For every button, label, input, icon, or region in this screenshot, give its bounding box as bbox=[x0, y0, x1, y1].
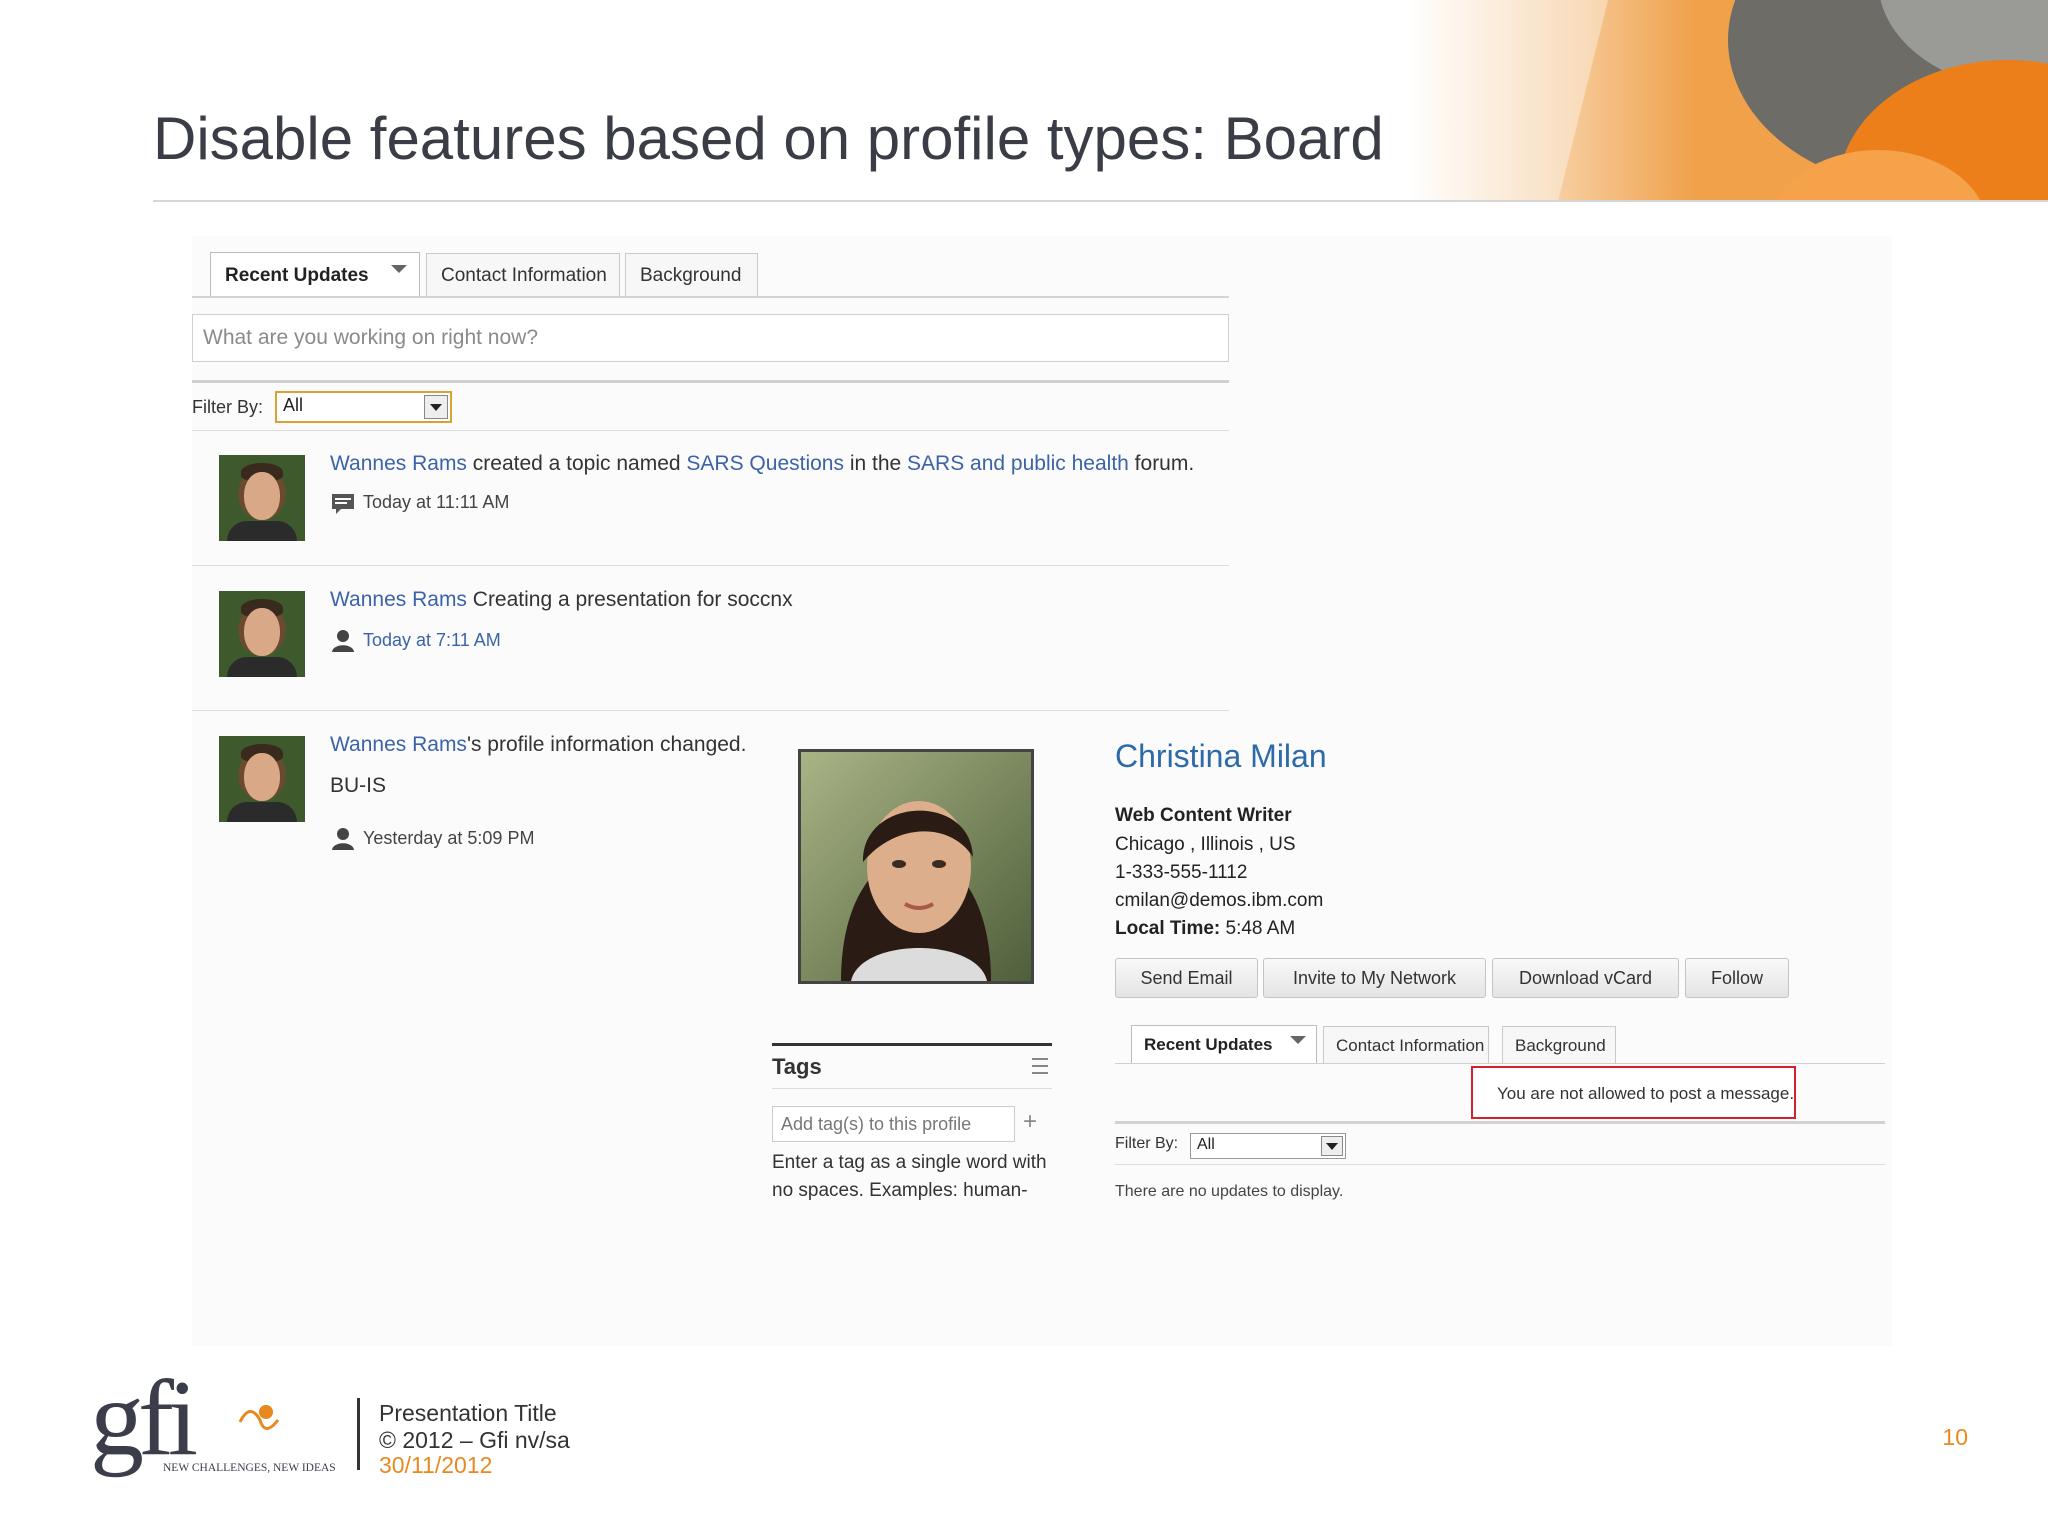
local-time-value: 5:48 AM bbox=[1225, 918, 1296, 939]
tab-recent-updates[interactable]: Recent Updates bbox=[1131, 1025, 1317, 1064]
tag-help-line: no spaces. Examples: human- bbox=[772, 1180, 1028, 1201]
filter-label: Filter By: bbox=[1115, 1135, 1179, 1152]
tab-label: Background bbox=[640, 265, 742, 286]
svg-text:NEW CHALLENGES, NEW IDEAS: NEW CHALLENGES, NEW IDEAS bbox=[163, 1462, 336, 1474]
filter-select[interactable]: All bbox=[1190, 1133, 1346, 1159]
feed-item-text: Wannes Rams's profile information change… bbox=[330, 733, 746, 757]
comment-icon bbox=[331, 493, 355, 514]
tags-top-border bbox=[772, 1043, 1052, 1046]
feed-item-meta: Yesterday at 5:09 PM bbox=[331, 826, 534, 850]
feed-item-meta: Today at 11:11 AM bbox=[331, 492, 510, 514]
feed-item-text: Wannes Rams created a topic named SARS Q… bbox=[330, 452, 1194, 476]
avatar[interactable] bbox=[219, 591, 305, 677]
copyright: © 2012 – Gfi nv/sa bbox=[379, 1427, 570, 1453]
feed-text-part: forum. bbox=[1128, 452, 1195, 475]
divider bbox=[192, 430, 1229, 431]
dropdown-arrow-icon[interactable] bbox=[424, 395, 448, 419]
tab-underline bbox=[1115, 1063, 1885, 1064]
phone: 1-333-555-1112 bbox=[1115, 862, 1248, 883]
divider bbox=[192, 710, 1229, 711]
presentation-title: Presentation Title bbox=[379, 1400, 557, 1426]
follow-button[interactable]: Follow bbox=[1685, 958, 1789, 998]
profile-name[interactable]: Christina Milan bbox=[1115, 738, 1327, 775]
footer-divider bbox=[357, 1398, 360, 1470]
svg-text:gfi: gfi bbox=[90, 1362, 196, 1478]
feed-text-part: 's profile information changed. bbox=[466, 733, 747, 756]
forum-link[interactable]: SARS and public health bbox=[907, 452, 1129, 475]
filter-select[interactable]: All bbox=[275, 391, 452, 423]
topic-link[interactable]: SARS Questions bbox=[686, 452, 844, 475]
user-link[interactable]: Wannes Rams bbox=[330, 588, 467, 611]
download-vcard-button[interactable]: Download vCard bbox=[1492, 958, 1679, 998]
send-email-button[interactable]: Send Email bbox=[1115, 958, 1258, 998]
local-time: Local Time: 5:48 AM bbox=[1115, 918, 1295, 940]
menu-icon[interactable] bbox=[1032, 1058, 1048, 1074]
title-divider bbox=[153, 200, 2048, 202]
tab-contact-information[interactable]: Contact Information bbox=[426, 253, 620, 298]
filter-value: All bbox=[283, 395, 304, 415]
feed-item-meta: Today at 7:11 AM bbox=[331, 628, 501, 652]
tag-help-line: Enter a tag as a single word with bbox=[772, 1152, 1047, 1173]
filter-label: Filter By: bbox=[192, 397, 264, 417]
timestamp: Today at 11:11 AM bbox=[363, 492, 510, 512]
feed-item-detail: BU-IS bbox=[330, 774, 387, 797]
local-time-label: Local Time: bbox=[1115, 918, 1221, 939]
gfi-logo: gfi NEW CHALLENGES, NEW IDEAS bbox=[90, 1359, 350, 1492]
timestamp: Yesterday at 5:09 PM bbox=[363, 827, 535, 848]
filter-value: All bbox=[1197, 1136, 1215, 1153]
user-link[interactable]: Wannes Rams bbox=[330, 452, 467, 475]
chevron-down-icon[interactable] bbox=[391, 265, 407, 273]
tab-underline bbox=[192, 296, 1229, 298]
feed-item-text: Wannes Rams Creating a presentation for … bbox=[330, 588, 793, 612]
feed-text-part: Creating a presentation for soccnx bbox=[466, 588, 793, 611]
timestamp-link[interactable]: Today at 7:11 AM bbox=[363, 630, 501, 651]
tab-label: Contact Information bbox=[441, 265, 607, 286]
location: Chicago , Illinois , US bbox=[1115, 834, 1296, 855]
user-link[interactable]: Wannes Rams bbox=[330, 733, 467, 756]
tab-background[interactable]: Background bbox=[625, 253, 758, 298]
invite-to-network-button[interactable]: Invite to My Network bbox=[1263, 958, 1486, 998]
tab-contact-information[interactable]: Contact Information bbox=[1323, 1026, 1489, 1064]
slide-title: Disable features based on profile types:… bbox=[153, 105, 1384, 172]
feed-text-part: in the bbox=[843, 452, 908, 475]
divider bbox=[772, 1088, 1052, 1089]
divider bbox=[1115, 1164, 1885, 1165]
tag-input[interactable]: Add tag(s) to this profile bbox=[772, 1106, 1015, 1142]
divider bbox=[1115, 1121, 1885, 1124]
tab-label: Recent Updates bbox=[225, 264, 369, 286]
presentation-date: 30/11/2012 bbox=[379, 1452, 493, 1478]
dropdown-arrow-icon[interactable] bbox=[1321, 1136, 1343, 1156]
corner-decoration bbox=[1408, 0, 2048, 202]
feed-text-part: created a topic named bbox=[466, 452, 687, 475]
chevron-down-icon[interactable] bbox=[1290, 1036, 1306, 1044]
post-restriction-notice: You are not allowed to post a message. bbox=[1471, 1066, 1796, 1119]
divider bbox=[192, 565, 1229, 566]
tab-label: Contact Information bbox=[1336, 1035, 1485, 1055]
tab-label: Background bbox=[1515, 1035, 1606, 1055]
tab-recent-updates[interactable]: Recent Updates bbox=[210, 252, 420, 298]
email-link[interactable]: cmilan@demos.ibm.com bbox=[1115, 890, 1323, 912]
empty-state-text: There are no updates to display. bbox=[1115, 1183, 1344, 1200]
person-icon bbox=[331, 826, 355, 850]
person-icon bbox=[331, 628, 355, 652]
job-title: Web Content Writer bbox=[1115, 805, 1292, 826]
divider bbox=[192, 380, 1229, 383]
tab-label: Recent Updates bbox=[1144, 1035, 1273, 1054]
page-number: 10 bbox=[1942, 1424, 1968, 1450]
add-tag-icon[interactable]: + bbox=[1023, 1108, 1037, 1136]
status-input[interactable]: What are you working on right now? bbox=[192, 314, 1229, 362]
avatar[interactable] bbox=[219, 455, 305, 541]
profile-photo bbox=[798, 749, 1034, 984]
avatar[interactable] bbox=[219, 736, 305, 822]
tags-title: Tags bbox=[772, 1054, 822, 1079]
tab-background[interactable]: Background bbox=[1502, 1026, 1616, 1064]
